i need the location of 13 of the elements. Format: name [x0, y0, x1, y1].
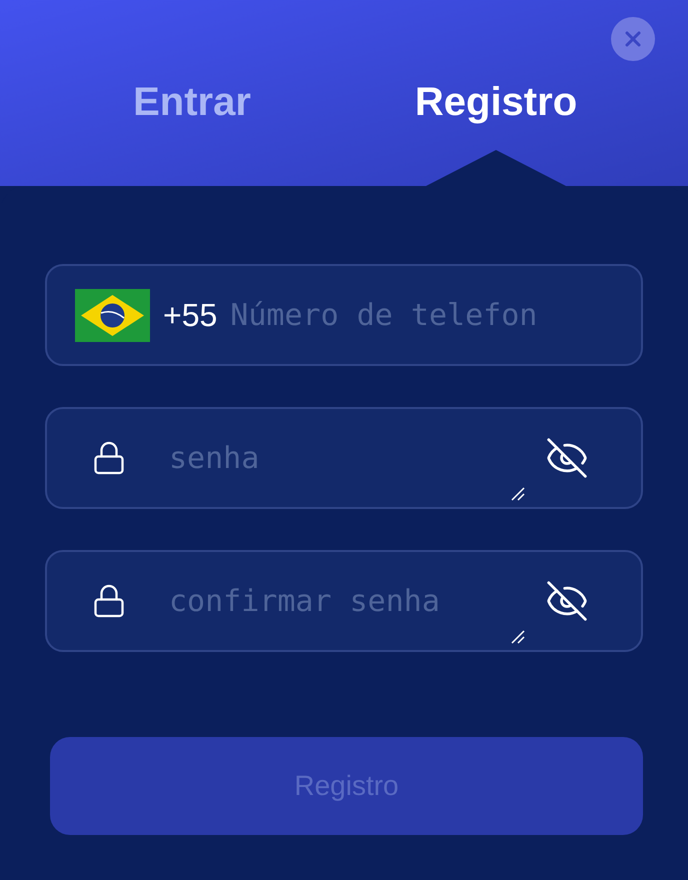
eye-off-icon[interactable]	[545, 436, 589, 480]
password-field[interactable]: confirmar senha	[45, 550, 643, 652]
country-code: +55	[163, 296, 218, 335]
password-input[interactable]: senha	[169, 436, 545, 480]
resize-handle-icon	[511, 487, 525, 501]
eye-off-icon[interactable]	[545, 579, 589, 623]
tab[interactable]: Registro	[406, 74, 586, 130]
resize-handle-icon	[511, 630, 525, 644]
phone-number-input[interactable]: Número de telefon	[230, 292, 625, 338]
brazil-flag-icon	[75, 288, 150, 342]
phone-field[interactable]: +55 Número de telefon	[45, 264, 643, 366]
password-input[interactable]: confirmar senha	[169, 578, 545, 624]
password-field[interactable]: senha	[45, 407, 643, 509]
